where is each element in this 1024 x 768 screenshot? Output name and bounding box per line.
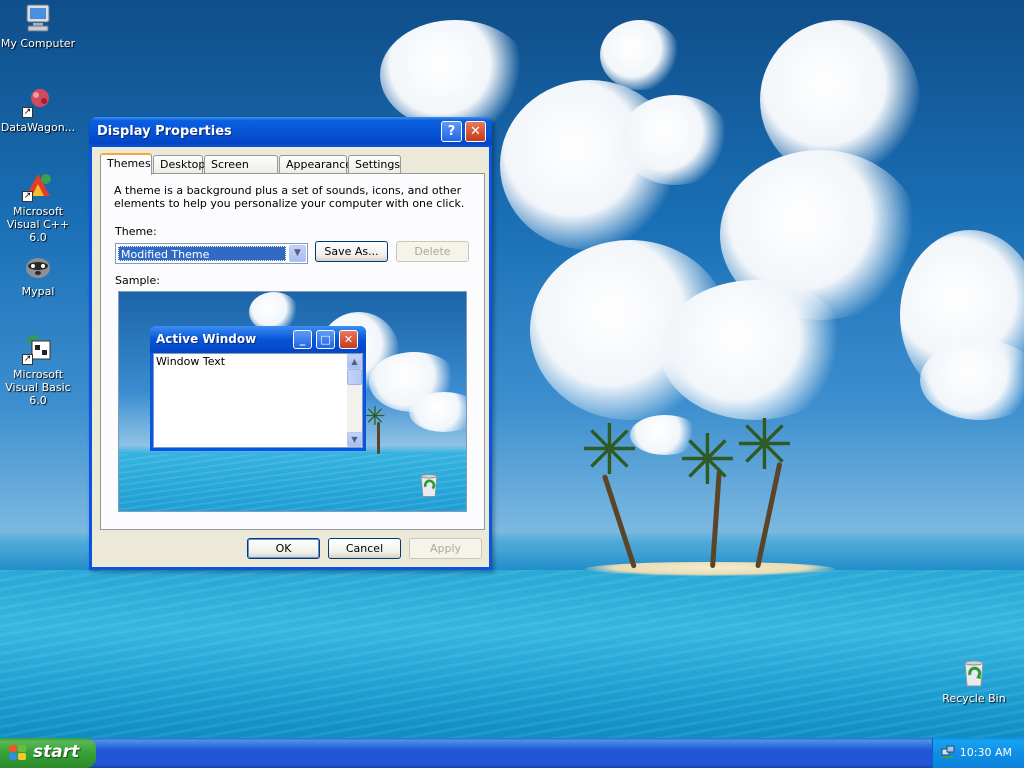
desktop-icon-my-computer[interactable]: My Computer bbox=[0, 2, 76, 50]
sample-active-window: Active Window _ □ ✕ Window Text ▲ ▼ bbox=[150, 326, 366, 451]
cloud bbox=[920, 340, 1024, 420]
scroll-thumb bbox=[347, 369, 362, 385]
system-tray: 10:30 AM bbox=[932, 738, 1024, 768]
tab-screen-saver[interactable]: Screen Saver bbox=[204, 155, 278, 184]
window-titlebar[interactable]: Display Properties ? ✕ bbox=[89, 117, 492, 147]
mypal-icon bbox=[22, 250, 54, 282]
start-button[interactable]: start bbox=[0, 738, 96, 768]
computer-icon bbox=[22, 2, 54, 34]
sample-window-titlebar: Active Window _ □ ✕ bbox=[150, 326, 366, 353]
close-icon: ✕ bbox=[470, 124, 481, 139]
theme-sample-preview: ✳ Active Window _ □ ✕ Window Text ▲ ▼ bbox=[118, 291, 467, 512]
shortcut-arrow-icon: ↗ bbox=[22, 107, 33, 118]
sample-label: Sample: bbox=[115, 274, 160, 287]
desktop-icon-visual-cpp[interactable]: ↗ Microsoft Visual C++ 6.0 bbox=[0, 170, 76, 244]
tab-appearance[interactable]: Appearance bbox=[279, 155, 352, 174]
sea bbox=[0, 570, 1024, 738]
window-title: Display Properties bbox=[97, 124, 232, 139]
tab-desktop[interactable]: Desktop bbox=[153, 155, 205, 174]
desktop-icon-label: Mypal bbox=[21, 285, 55, 298]
theme-dropdown[interactable]: Modified Theme ▼ bbox=[115, 243, 308, 264]
cloud bbox=[600, 20, 680, 90]
sample-window-body: Window Text ▲ ▼ bbox=[153, 353, 363, 448]
recycle-bin-icon bbox=[415, 470, 443, 500]
cancel-button[interactable]: Cancel bbox=[328, 538, 401, 559]
desktop-icon-label: Recycle Bin bbox=[942, 692, 1006, 705]
scroll-up-icon: ▲ bbox=[347, 354, 362, 369]
cloud bbox=[620, 95, 730, 185]
shortcut-arrow-icon: ↗ bbox=[22, 191, 33, 202]
display-properties-window: Display Properties ? ✕ Themes Desktop Sc… bbox=[89, 117, 492, 570]
palm-leaves-icon: ✳ bbox=[364, 402, 386, 432]
cloud bbox=[409, 392, 466, 432]
sample-window-title: Active Window bbox=[156, 332, 257, 346]
sample-sea bbox=[119, 454, 466, 511]
maximize-icon: □ bbox=[316, 330, 335, 349]
desktop-icon-label: Microsoft Visual C++ 6.0 bbox=[6, 205, 70, 244]
desktop-icon-label: My Computer bbox=[0, 37, 76, 50]
visual-basic-icon: ↗ bbox=[22, 333, 54, 365]
start-label: start bbox=[33, 742, 80, 762]
ok-button[interactable]: OK bbox=[247, 538, 320, 559]
delete-button[interactable]: Delete bbox=[396, 241, 469, 262]
network-icon[interactable] bbox=[941, 745, 955, 759]
clock[interactable]: 10:30 AM bbox=[960, 746, 1012, 759]
tab-themes[interactable]: Themes bbox=[100, 153, 152, 175]
desktop-icon-mypal[interactable]: Mypal bbox=[0, 250, 76, 298]
close-icon: ✕ bbox=[339, 330, 358, 349]
shortcut-arrow-icon: ↗ bbox=[22, 354, 33, 365]
close-button[interactable]: ✕ bbox=[465, 121, 486, 142]
scroll-down-icon: ▼ bbox=[347, 432, 362, 447]
cloud bbox=[660, 280, 850, 420]
cloud bbox=[380, 20, 530, 130]
desktop-icon-label: Microsoft Visual Basic 6.0 bbox=[5, 368, 71, 407]
recycle-bin-icon bbox=[958, 657, 990, 689]
palm-leaves-icon: ✳ bbox=[735, 404, 794, 486]
desktop-icon-datawagon[interactable]: ↗ DataWagon... bbox=[0, 86, 76, 134]
help-icon: ? bbox=[447, 124, 456, 139]
save-as-button[interactable]: Save As... bbox=[315, 241, 388, 262]
desktop-icon-visual-basic[interactable]: ↗ Microsoft Visual Basic 6.0 bbox=[0, 333, 76, 407]
chevron-down-icon[interactable]: ▼ bbox=[289, 245, 306, 262]
tab-settings[interactable]: Settings bbox=[348, 155, 401, 174]
help-button[interactable]: ? bbox=[441, 121, 462, 142]
apply-button[interactable]: Apply bbox=[409, 538, 482, 559]
taskbar: start 10:30 AM bbox=[0, 738, 1024, 768]
visual-cpp-icon: ↗ bbox=[22, 170, 54, 202]
windows-logo-icon bbox=[9, 745, 27, 761]
themes-panel: A theme is a background plus a set of so… bbox=[100, 173, 485, 530]
sample-scrollbar: ▲ ▼ bbox=[347, 354, 362, 447]
sample-window-text: Window Text bbox=[156, 355, 226, 368]
theme-description: A theme is a background plus a set of so… bbox=[114, 184, 465, 210]
minimize-icon: _ bbox=[293, 330, 312, 349]
theme-label: Theme: bbox=[115, 225, 157, 238]
desktop-icon-label: DataWagon... bbox=[0, 121, 76, 134]
datawagon-icon: ↗ bbox=[22, 86, 54, 118]
theme-selected-value: Modified Theme bbox=[118, 246, 286, 261]
palm-leaves-icon: ✳ bbox=[678, 419, 737, 501]
palm-leaves-icon: ✳ bbox=[580, 409, 639, 491]
desktop-icon-recycle-bin[interactable]: Recycle Bin bbox=[936, 657, 1012, 705]
